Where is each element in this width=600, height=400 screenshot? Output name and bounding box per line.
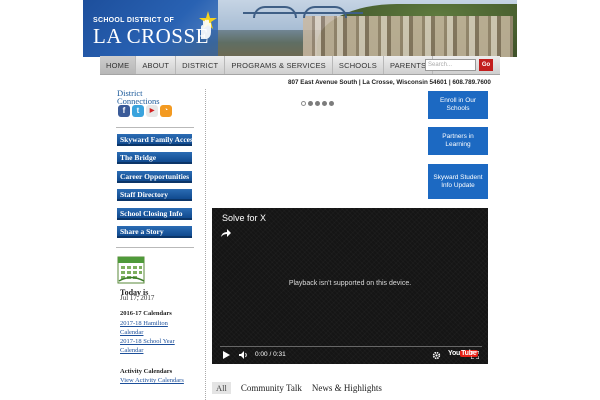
logo-subtitle: SCHOOL DISTRICT OF [93, 17, 175, 24]
slider-dot[interactable] [308, 101, 313, 106]
video-controls: 0:00 / 0:31 YouTube [212, 346, 488, 364]
nav-home[interactable]: HOME [100, 56, 137, 74]
nav-programs-services[interactable]: PROGRAMS & SERVICES [225, 56, 333, 74]
enroll-in-our-schools-button[interactable]: Enroll in Our Schools [428, 91, 488, 119]
hand-star-icon [199, 11, 217, 39]
video-title[interactable]: Solve for X [222, 213, 266, 223]
video-progress-bar[interactable] [220, 346, 482, 347]
calendar-icon[interactable] [117, 254, 145, 284]
logo-title: LA CROSSE [93, 24, 209, 48]
twitter-icon[interactable]: t [132, 105, 144, 117]
activity-calendars-heading: Activity Calendars [120, 368, 173, 375]
hamilton-calendar-link[interactable]: 2017-18 Hamilton [120, 320, 168, 327]
skyward-family-access-button[interactable]: Skyward Family Access [117, 134, 192, 146]
video-player[interactable]: Solve for X Playback isn't supported on … [212, 208, 488, 364]
nav-schools[interactable]: SCHOOLS [333, 56, 384, 74]
staff-directory-button[interactable]: Staff Directory [117, 189, 192, 201]
career-opportunities-button[interactable]: Career Opportunities [117, 171, 192, 183]
partners-in-learning-button[interactable]: Partners in Learning [428, 127, 488, 155]
school-year-calendar-link-cont[interactable]: Calendar [120, 347, 143, 354]
search-input[interactable]: Search... [425, 59, 476, 71]
sidebar-divider [116, 247, 194, 248]
header-banner: SCHOOL DISTRICT OF LA CROSSE [83, 0, 517, 57]
settings-gear-icon[interactable] [432, 351, 441, 360]
tab-all[interactable]: All [212, 382, 231, 394]
video-time: 0:00 / 0:31 [255, 351, 286, 358]
hamilton-calendar-link-cont[interactable]: Calendar [120, 329, 143, 336]
district-address: 807 East Avenue South | La Crosse, Wisco… [288, 79, 491, 86]
play-icon[interactable] [222, 351, 230, 359]
share-a-story-button[interactable]: Share a Story [117, 226, 192, 238]
view-activity-calendars-link[interactable]: View Activity Calendars [120, 377, 184, 384]
volume-icon[interactable] [239, 351, 249, 359]
fullscreen-icon[interactable] [471, 351, 479, 359]
today-date: Jul 17, 2017 [120, 294, 155, 302]
search-go-button[interactable]: Go [479, 59, 493, 71]
banner-bridge [243, 6, 363, 26]
slider-dot[interactable] [315, 101, 320, 106]
facebook-icon[interactable]: f [118, 105, 130, 117]
tab-community-talk[interactable]: Community Talk [241, 383, 302, 393]
youtube-icon[interactable]: ▶ [146, 105, 158, 117]
skyward-student-info-update-button[interactable]: Skyward Student Info Update [428, 164, 488, 199]
playback-message: Playback isn't supported on this device. [288, 280, 412, 287]
main-nav: HOME ABOUT DISTRICT PROGRAMS & SERVICES … [100, 56, 500, 75]
column-separator [205, 89, 206, 400]
connections-title-line2: Connections [117, 96, 160, 106]
rss-icon[interactable]: ◔ [160, 105, 172, 117]
share-icon[interactable] [220, 227, 232, 239]
slider-pagination [301, 101, 334, 106]
nav-district[interactable]: DISTRICT [176, 56, 226, 74]
news-tabs: All Community Talk News & Highlights [212, 382, 382, 394]
nav-about[interactable]: ABOUT [136, 56, 177, 74]
school-closing-info-button[interactable]: School Closing Info [117, 208, 192, 220]
tab-news-highlights[interactable]: News & Highlights [312, 383, 382, 393]
school-year-calendar-link[interactable]: 2017-18 School Year [120, 338, 175, 345]
calendars-heading: 2016-17 Calendars [120, 310, 172, 317]
the-bridge-button[interactable]: The Bridge [117, 152, 192, 164]
slider-dot[interactable] [329, 101, 334, 106]
slider-dot[interactable] [322, 101, 327, 106]
district-connections-title: District Connections [117, 89, 160, 106]
sidebar-divider [116, 127, 194, 128]
social-links: f t ▶ ◔ [118, 105, 172, 117]
slider-dot[interactable] [301, 101, 306, 106]
district-logo[interactable]: SCHOOL DISTRICT OF LA CROSSE [83, 0, 218, 57]
